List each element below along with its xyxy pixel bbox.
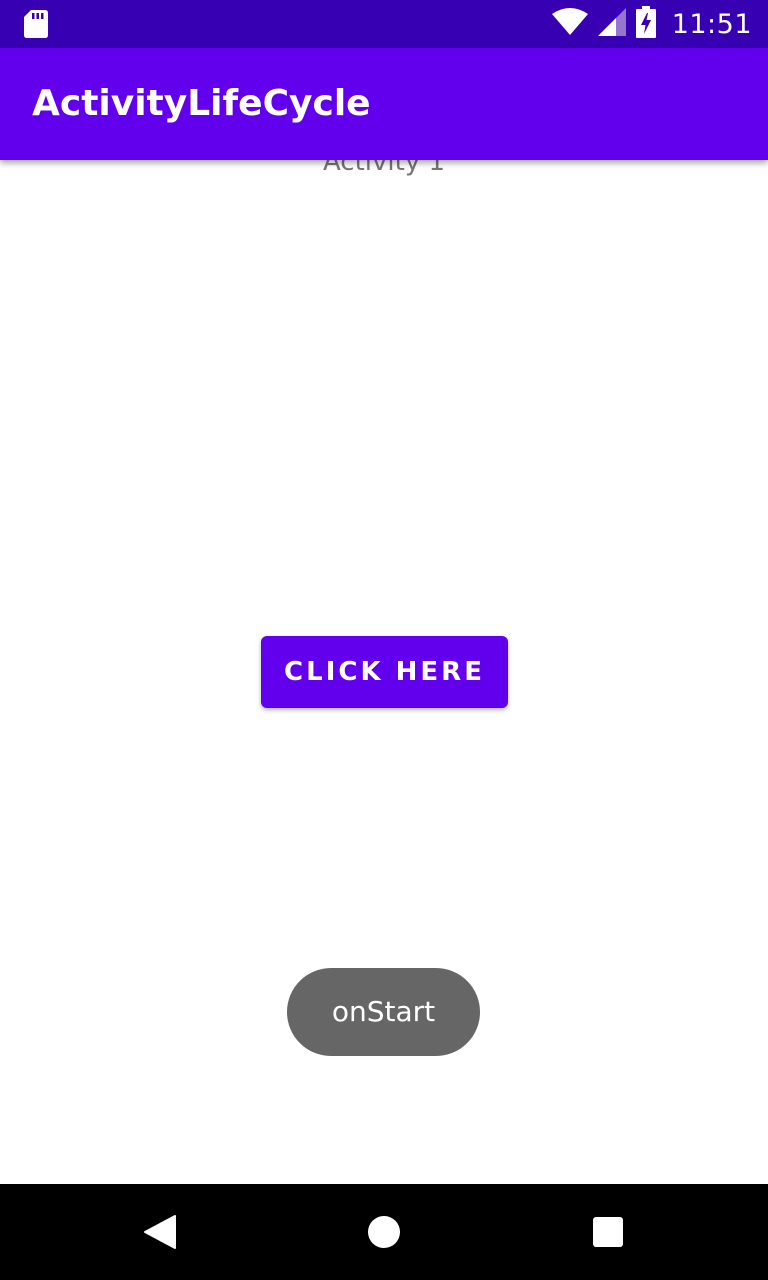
status-icons: 11:51	[551, 0, 752, 48]
status-bar: 11:51	[0, 0, 768, 48]
app-screen: 11:51 ActivityLifeCycle Activity 1 CLICK…	[0, 0, 768, 1280]
toast-message: onStart	[287, 968, 480, 1056]
app-bar: ActivityLifeCycle	[0, 48, 768, 160]
wifi-icon	[551, 8, 588, 40]
signal-icon	[597, 8, 626, 40]
click-here-button[interactable]: CLICK HERE	[261, 636, 508, 708]
home-icon	[368, 1216, 400, 1248]
home-button[interactable]	[360, 1208, 408, 1256]
battery-charging-icon	[635, 6, 656, 42]
navigation-bar	[0, 1184, 768, 1280]
recents-icon	[593, 1217, 623, 1247]
back-button[interactable]	[136, 1208, 184, 1256]
sd-card-icon	[24, 10, 48, 38]
recents-button[interactable]	[584, 1208, 632, 1256]
app-title: ActivityLifeCycle	[32, 83, 371, 124]
back-icon	[144, 1215, 176, 1249]
status-time: 11:51	[671, 8, 752, 40]
